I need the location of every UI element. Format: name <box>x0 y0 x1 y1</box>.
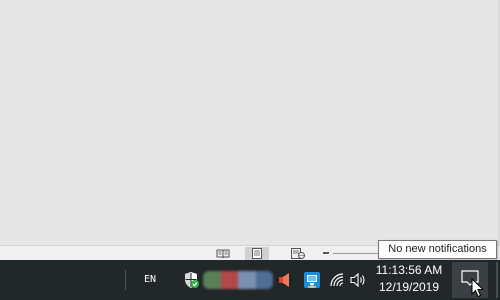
print-layout-icon <box>251 248 263 259</box>
show-desktop-button[interactable] <box>496 262 498 298</box>
speaker-muted-icon[interactable] <box>276 271 294 289</box>
print-layout-button[interactable] <box>245 247 269 260</box>
clock-date: 12/19/2019 <box>378 280 440 294</box>
blurred-app-icons[interactable] <box>203 271 273 289</box>
volume-icon[interactable] <box>349 271 369 289</box>
document-area[interactable] <box>0 0 500 245</box>
notification-tooltip: No new notifications <box>378 240 497 259</box>
read-mode-button[interactable] <box>211 247 235 260</box>
clock-time: 11:13:56 AM <box>375 263 443 277</box>
wifi-icon[interactable] <box>328 271 346 289</box>
windows-security-icon[interactable] <box>181 270 201 290</box>
taskbar-divider <box>125 270 126 290</box>
mouse-cursor-icon <box>471 277 485 298</box>
web-layout-button[interactable] <box>286 247 310 260</box>
web-layout-icon <box>291 248 305 259</box>
network-app-icon[interactable] <box>302 270 322 290</box>
zoom-slider[interactable] <box>333 253 378 254</box>
zoom-out-button[interactable] <box>323 252 329 254</box>
taskbar-clock[interactable]: 11:13:56 AM 12/19/2019 <box>372 262 446 298</box>
input-language-indicator[interactable]: EN <box>139 271 161 287</box>
book-icon <box>216 249 230 259</box>
